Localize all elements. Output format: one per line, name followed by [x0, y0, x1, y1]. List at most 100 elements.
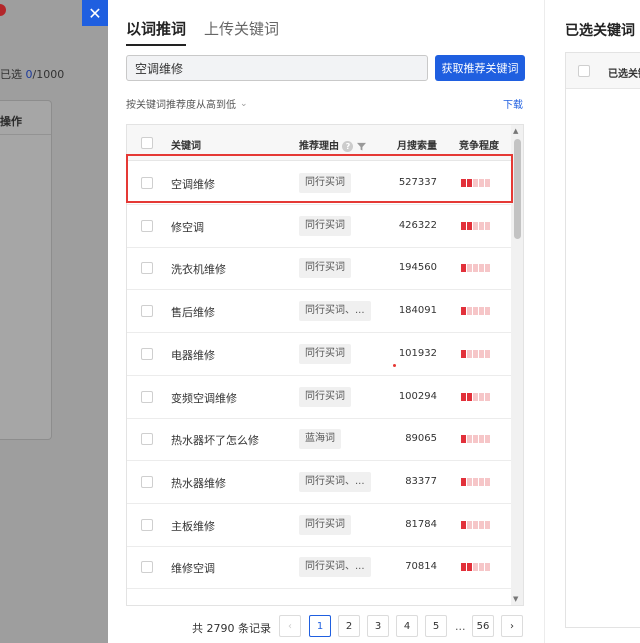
keyword-cell: 热水器坏了怎么修 [171, 434, 259, 448]
reason-tag: 同行买词 [299, 215, 351, 236]
fetch-recommend-button[interactable]: 获取推荐关键词 [435, 55, 525, 81]
competition-bar [479, 435, 484, 444]
competition-bar [479, 349, 484, 358]
competition-bar [479, 563, 484, 572]
volume-cell: 89065 [405, 433, 437, 445]
page-button-2[interactable]: 2 [338, 615, 360, 637]
keyword-cell: 空调维修 [171, 178, 215, 191]
help-icon[interactable]: ? [342, 140, 354, 152]
column-reason-label: 推荐理由 [299, 141, 339, 152]
competition-meter [461, 307, 490, 316]
keyword-cell: 主板维修 [171, 519, 215, 533]
scroll-thumb[interactable] [514, 139, 521, 239]
competition-bar [479, 392, 484, 401]
tab-upload-keywords[interactable]: 上传关键词 [204, 18, 279, 46]
row-checkbox[interactable] [141, 177, 153, 189]
competition-bar [473, 520, 478, 529]
keyword-cell: 修空调 [171, 220, 204, 234]
scroll-up-icon[interactable]: ▲ [513, 127, 518, 135]
row-checkbox[interactable] [141, 475, 153, 488]
page-button-last[interactable]: 56 [472, 615, 494, 637]
table-row[interactable]: 变频空调维修 同行买词 100294 [127, 376, 511, 419]
competition-meter [461, 179, 490, 187]
competition-bar [473, 264, 478, 273]
competition-bar [473, 435, 478, 444]
competition-bar [467, 392, 472, 401]
competition-bar [461, 179, 466, 187]
table-row[interactable]: 售后维修 同行买词、... 184091 [127, 290, 511, 334]
competition-bar [479, 221, 484, 230]
row-checkbox[interactable] [141, 262, 153, 275]
page-ellipsis: ... [455, 620, 466, 633]
select-all-checkbox[interactable] [141, 137, 153, 149]
competition-bar [485, 477, 490, 486]
row-checkbox[interactable] [141, 219, 153, 232]
table-row[interactable]: 热水器维修 同行买词、... 83377 [127, 461, 511, 504]
competition-bar [473, 179, 478, 187]
filter-icon[interactable] [356, 142, 366, 151]
selected-column-label: 已选关键 [608, 69, 640, 80]
competition-bar [479, 264, 484, 273]
competition-bar [473, 307, 478, 316]
competition-bar [461, 477, 466, 486]
competition-meter [461, 435, 490, 444]
table-row[interactable]: 修空调 同行买词 426322 [127, 205, 511, 248]
reason-tag: 同行买词 [299, 258, 351, 279]
page-button-3[interactable]: 3 [367, 615, 389, 637]
row-checkbox[interactable] [141, 561, 153, 574]
competition-bar [485, 264, 490, 273]
column-competition: 竞争程度 [459, 141, 499, 152]
competition-bar [485, 221, 490, 230]
selected-count-prefix: 已选 [0, 68, 22, 81]
competition-bar [479, 520, 484, 529]
chevron-down-icon: ⌄ [240, 98, 248, 109]
keyword-cell: 变频空调维修 [171, 391, 237, 405]
keyword-cell: 售后维修 [171, 306, 215, 320]
table-row[interactable]: 电器维修 同行买词 101932 [127, 333, 511, 376]
volume-cell: 81784 [405, 518, 437, 530]
close-icon: ✕ [88, 3, 102, 23]
scroll-down-icon[interactable]: ▼ [513, 595, 518, 603]
competition-bar [467, 307, 472, 316]
prev-page-button[interactable]: ‹ [279, 615, 301, 637]
table-row[interactable]: 主板维修 同行买词 81784 [127, 504, 511, 547]
table-row[interactable]: 热水器坏了怎么修 蓝海词 89065 [127, 418, 511, 462]
seed-keyword-input[interactable] [126, 55, 428, 81]
competition-bar [473, 477, 478, 486]
table-row[interactable]: 洗衣机维修 同行买词 194560 [127, 247, 511, 291]
row-checkbox[interactable] [141, 433, 153, 446]
download-link[interactable]: 下载 [503, 96, 523, 111]
background-overlay: 已选 0/1000 操作 [0, 0, 108, 643]
competition-bar [467, 520, 472, 529]
table-row[interactable]: 空调维修 同行买词 527337 [127, 162, 511, 205]
sort-dropdown[interactable]: 按关键词推荐度从高到低 ⌄ [126, 96, 248, 112]
competition-bar [461, 435, 466, 444]
keyword-recommend-drawer: 以词推词 上传关键词 获取推荐关键词 按关键词推荐度从高到低 ⌄ 下载 关键词 … [108, 0, 544, 643]
reason-tag: 蓝海词 [299, 429, 341, 450]
tab-word-to-word[interactable]: 以词推词 [126, 18, 187, 46]
operation-column-label: 操作 [0, 115, 22, 128]
page-button-4[interactable]: 4 [396, 615, 418, 637]
row-checkbox[interactable] [141, 390, 153, 403]
selected-count-total: /1000 [32, 68, 65, 81]
page-button-5[interactable]: 5 [425, 615, 447, 637]
competition-bar [473, 349, 478, 358]
close-button[interactable]: ✕ [82, 0, 108, 26]
column-reason: 推荐理由 ? [299, 137, 366, 152]
volume-cell: 83377 [405, 475, 437, 487]
row-checkbox[interactable] [141, 347, 153, 360]
competition-meter [461, 563, 490, 572]
competition-bar [473, 392, 478, 401]
red-dot-icon [0, 4, 6, 16]
competition-meter [461, 349, 490, 358]
row-checkbox[interactable] [141, 518, 153, 531]
selected-select-all-checkbox[interactable] [578, 65, 590, 77]
page-button-1[interactable]: 1 [309, 615, 331, 637]
table-scrollbar[interactable]: ▲ ▼ [511, 125, 523, 605]
competition-bar [485, 520, 490, 529]
next-page-button[interactable]: › [501, 615, 523, 637]
competition-bar [485, 435, 490, 444]
table-row[interactable]: 维修空调 同行买词、... 70814 [127, 546, 511, 590]
row-checkbox[interactable] [141, 305, 153, 318]
competition-bar [485, 392, 490, 401]
